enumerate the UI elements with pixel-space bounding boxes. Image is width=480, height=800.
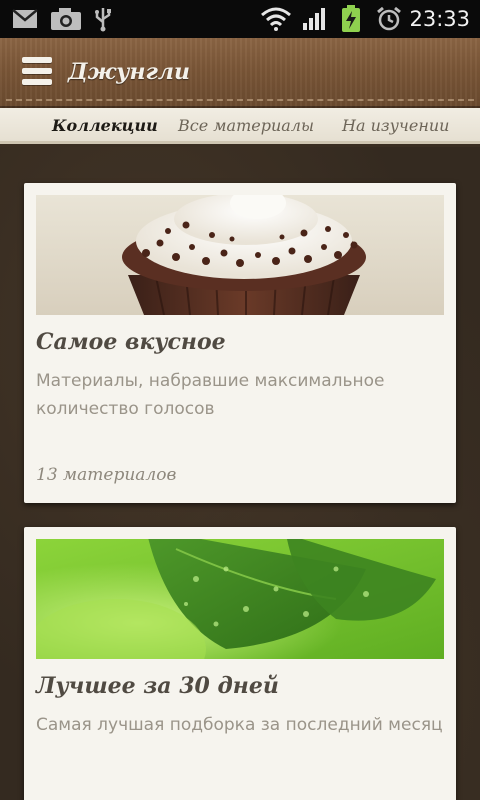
tab-collections[interactable]: Коллекции	[52, 108, 158, 144]
app-title: Джунгли	[68, 59, 190, 85]
collection-card[interactable]: Лучшее за 30 дней Самая лучшая подборка …	[24, 527, 456, 800]
usb-icon	[94, 0, 112, 38]
collection-description: Материалы, набравшие максимальное количе…	[36, 371, 385, 419]
camera-icon	[50, 0, 82, 38]
mint-leaves-image	[36, 539, 444, 659]
battery-charging-icon	[341, 0, 361, 38]
collection-card[interactable]: Самое вкусное Материалы, набравшие макси…	[24, 183, 456, 503]
status-time: 23:33	[409, 7, 470, 31]
collection-description: Самая лучшая подборка за последний месяц	[36, 715, 443, 735]
cupcake-image	[36, 195, 444, 315]
tab-all-materials[interactable]: Все материалы	[178, 108, 314, 144]
signal-icon	[302, 0, 328, 38]
status-bar: 23:33	[0, 0, 480, 38]
mail-icon	[12, 0, 38, 38]
wifi-icon	[260, 0, 292, 38]
tab-studying[interactable]: На изучении	[342, 108, 449, 144]
collection-title: Лучшее за 30 дней	[36, 673, 279, 699]
collection-count: 13 материалов	[36, 465, 177, 485]
leather-stitch-divider	[6, 99, 474, 101]
collection-title: Самое вкусное	[36, 329, 226, 355]
tab-bar: Коллекции Все материалы На изучении	[0, 108, 480, 144]
alarm-icon	[376, 0, 402, 38]
collections-list[interactable]: Самое вкусное Материалы, набравшие макси…	[0, 147, 480, 800]
hamburger-menu-icon[interactable]	[22, 57, 52, 85]
action-bar: Джунгли	[0, 38, 480, 108]
